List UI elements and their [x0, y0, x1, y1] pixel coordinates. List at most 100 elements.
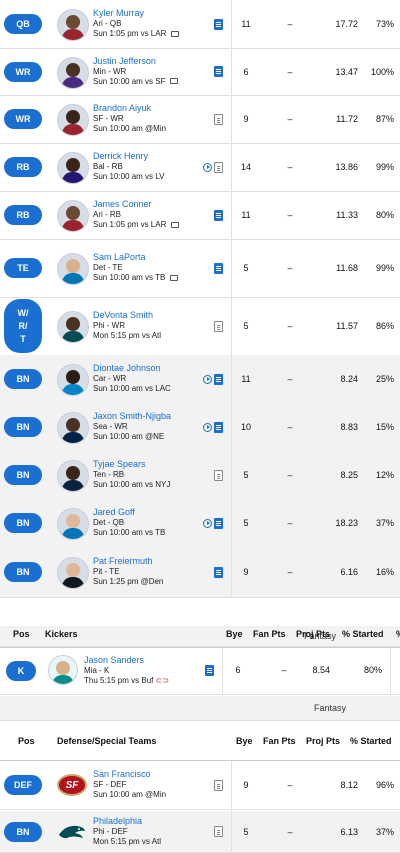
player-avatar: [57, 152, 89, 184]
player-name-link[interactable]: Tyjae Spears: [93, 459, 170, 470]
divider: [231, 95, 232, 143]
player-name-link[interactable]: Jared Goff: [93, 507, 165, 518]
player-name-link[interactable]: Diontae Johnson: [93, 363, 171, 374]
notes-icon[interactable]: [214, 779, 223, 791]
defense-header-row: Pos Defense/Special Teams Bye Fan Pts Pr…: [0, 722, 400, 761]
notes-icon[interactable]: [214, 421, 223, 433]
pos-button[interactable]: QB: [4, 14, 42, 34]
video-play-icon[interactable]: [203, 518, 212, 528]
pos-button[interactable]: WR: [4, 61, 42, 82]
player-team: Car - WR: [93, 374, 127, 383]
player-name-link[interactable]: Jaxon Smith-Njigba: [93, 411, 171, 422]
player-info: Jared Goff Det - QB Sun 10:00 am vs TB: [93, 507, 165, 538]
player-info: Derrick Henry Bal - RB Sun 10:00 am vs LV: [93, 151, 164, 182]
player-info: Pat Freiermuth Pit - TE Sun 1:25 pm @Den: [93, 556, 163, 587]
pos-button[interactable]: BN: [4, 562, 42, 582]
pct-started-header[interactable]: % Started: [342, 629, 384, 639]
team-name-link[interactable]: Philadelphia: [93, 816, 161, 827]
divider: [231, 297, 232, 355]
divider: [231, 0, 232, 48]
video-play-icon[interactable]: [203, 162, 212, 172]
notes-icon[interactable]: [214, 209, 223, 221]
notes-icon[interactable]: [214, 18, 223, 30]
notes-icon[interactable]: [214, 262, 223, 274]
notes-icon[interactable]: [214, 66, 223, 77]
notes-icon[interactable]: [205, 665, 214, 676]
pct-started-header[interactable]: % Started: [350, 736, 392, 746]
fan-pts-header[interactable]: Fan Pts: [263, 736, 296, 746]
player-info: Sam LaPorta Det - TE Sun 10:00 am vs TB: [93, 252, 178, 283]
divider: [231, 143, 232, 191]
bye-cell: 5: [243, 518, 249, 528]
player-name-link[interactable]: Brandon Aiyuk: [93, 103, 166, 114]
player-row: WR Justin Jefferson Min - WR Sun 10:00 am v…: [0, 48, 400, 96]
notes-icon[interactable]: [214, 373, 223, 385]
pos-button[interactable]: K: [6, 661, 36, 681]
player-name-link[interactable]: Justin Jefferson: [93, 56, 178, 67]
pos-button[interactable]: BN: [4, 465, 42, 485]
pos-part: R/: [18, 320, 28, 331]
pct-started-cell: 25%: [375, 374, 394, 384]
pct-started-cell: 100%: [370, 66, 394, 77]
player-team: Phi - WR: [93, 321, 125, 330]
player-game: Sun 1:05 pm vs LAR: [93, 29, 179, 39]
pos-button[interactable]: DEF: [4, 775, 42, 795]
pos-button[interactable]: BN: [4, 513, 42, 533]
notes-icon[interactable]: [214, 469, 223, 481]
fan-pts-cell: –: [287, 567, 293, 577]
bye-header[interactable]: Bye: [236, 736, 253, 746]
player-name-link[interactable]: DeVonta Smith: [93, 310, 161, 321]
bye-cell: 5: [243, 826, 249, 837]
notes-icon[interactable]: [214, 161, 223, 173]
proj-pts-cell: 17.72: [335, 19, 358, 29]
pos-header: Pos: [18, 736, 35, 746]
player-avatar: [57, 460, 89, 492]
niners-logo-icon: SF: [57, 774, 87, 796]
pos-button[interactable]: BN: [4, 369, 42, 389]
defense-row: BN Philadelphia Phi - DEF Mon 5:15 pm vs At…: [0, 811, 400, 853]
game-status-icon: [170, 221, 179, 228]
proj-pts-cell: 8.24: [340, 374, 358, 384]
team-name-link[interactable]: San Francisco: [93, 769, 166, 780]
pos-button[interactable]: RB: [4, 157, 42, 177]
player-name-link[interactable]: Pat Freiermuth: [93, 556, 163, 567]
game-text: Mon 5:15 pm vs Atl: [93, 331, 162, 340]
eagles-logo-icon: [59, 825, 85, 838]
notes-icon[interactable]: [214, 826, 223, 837]
bye-header[interactable]: Bye: [226, 629, 243, 639]
fan-pts-cell: –: [287, 374, 293, 384]
pos-button[interactable]: BN: [4, 821, 42, 842]
notes-icon[interactable]: [214, 566, 223, 578]
notes-icon[interactable]: [214, 320, 223, 332]
proj-pts-header[interactable]: Proj Pts: [296, 629, 330, 639]
pos-button[interactable]: TE: [4, 258, 42, 278]
game-text: Sun 10:00 am vs LAC: [93, 384, 171, 393]
game-text: Sun 1:05 pm vs LAR: [93, 29, 167, 38]
pct-started-cell: 86%: [375, 321, 394, 331]
pos-button[interactable]: BN: [4, 417, 42, 437]
player-team: Mia - K: [84, 666, 110, 675]
pos-button[interactable]: WR: [4, 109, 42, 129]
notes-icon[interactable]: [214, 517, 223, 529]
bye-cell: 6: [235, 665, 241, 675]
pos-button[interactable]: W/R/T: [4, 299, 42, 353]
video-play-icon[interactable]: [203, 374, 212, 384]
player-game: Thu 5:15 pm vs Buf ⊂⊃: [84, 676, 169, 686]
player-avatar: [57, 200, 89, 232]
proj-pts-header[interactable]: Proj Pts: [306, 736, 340, 746]
player-name-link[interactable]: Kyler Murray: [93, 8, 179, 19]
player-name-link[interactable]: James Conner: [93, 199, 179, 210]
player-name-link[interactable]: Jason Sanders: [84, 655, 169, 666]
video-play-icon[interactable]: [203, 422, 212, 432]
team-info: Philadelphia Phi - DEF Mon 5:15 pm vs Atl: [93, 816, 161, 847]
notes-icon[interactable]: [214, 113, 223, 125]
game-text: Sun 1:25 pm @Den: [93, 577, 164, 586]
player-name-link[interactable]: Derrick Henry: [93, 151, 164, 162]
player-info: DeVonta Smith Phi - WR Mon 5:15 pm vs Atl: [93, 310, 161, 341]
pos-button[interactable]: RB: [4, 205, 42, 225]
player-name-link[interactable]: Sam LaPorta: [93, 252, 178, 263]
fan-pts-header[interactable]: Fan Pts: [253, 629, 286, 639]
pct-started-cell: 80%: [375, 210, 394, 220]
player-row: BN Jaxon Smith-Njigba Sea - WR Sun 10:00 am…: [0, 403, 400, 452]
divider: [231, 811, 232, 852]
